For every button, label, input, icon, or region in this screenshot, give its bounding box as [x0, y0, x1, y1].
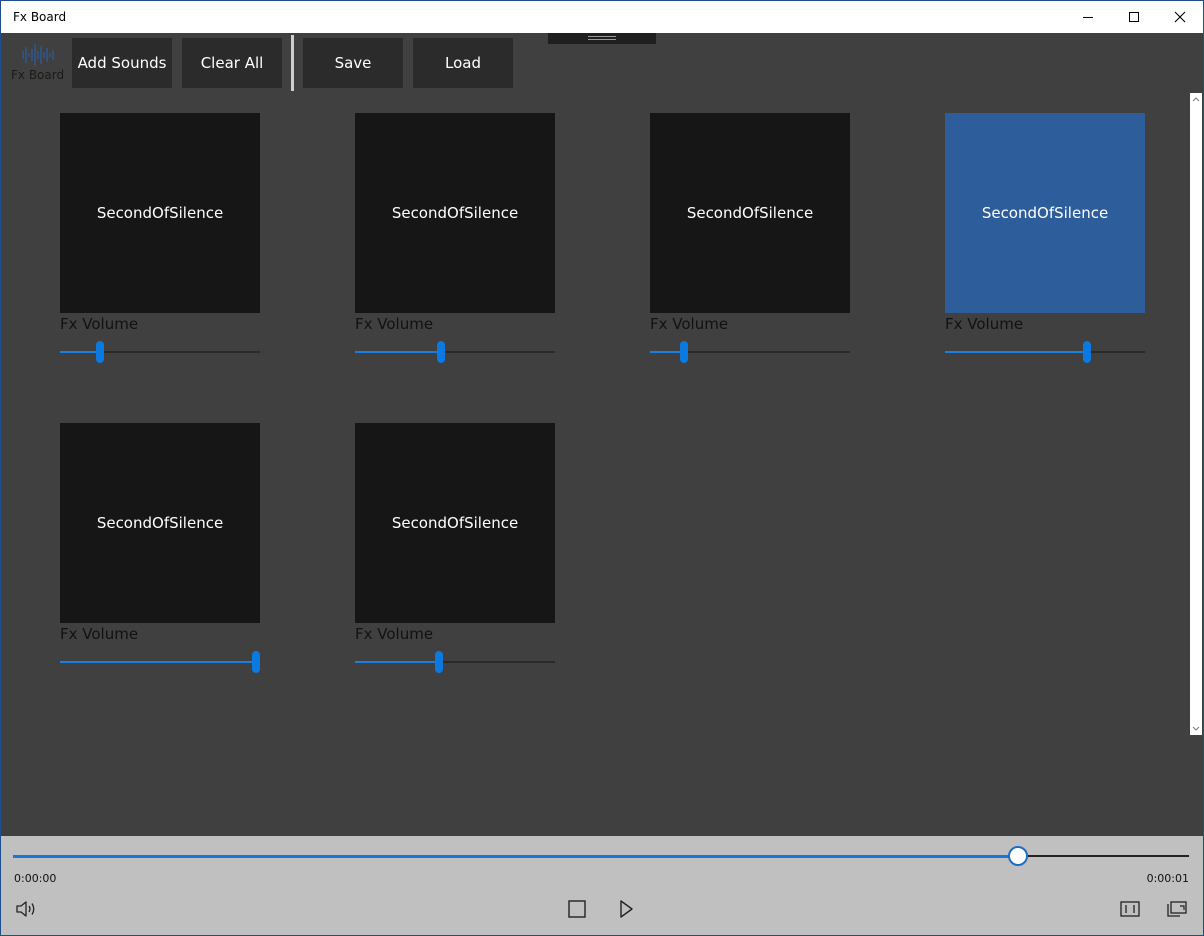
title-bar: Fx Board — [1, 1, 1203, 33]
drag-handle[interactable] — [548, 33, 656, 44]
add-sounds-button[interactable]: Add Sounds — [72, 38, 172, 88]
sound-tile[interactable]: SecondOfSilence — [945, 113, 1145, 313]
waveform-icon — [22, 44, 54, 66]
timeline-thumb[interactable] — [1008, 846, 1029, 866]
slider-thumb[interactable] — [435, 651, 443, 673]
save-button[interactable]: Save — [303, 38, 403, 88]
clear-all-button[interactable]: Clear All — [182, 38, 282, 88]
logo-label: Fx Board — [11, 68, 65, 82]
slider-fill — [60, 351, 100, 353]
load-button[interactable]: Load — [413, 38, 513, 88]
media-player-bar: 0:00:00 0:00:01 — [1, 836, 1203, 935]
scroll-up-icon — [1192, 97, 1200, 102]
slider-thumb[interactable] — [1083, 341, 1091, 363]
slider-thumb[interactable] — [437, 341, 445, 363]
close-button[interactable] — [1157, 1, 1203, 33]
slider-fill — [945, 351, 1087, 353]
play-icon — [620, 900, 633, 918]
fx-volume-slider[interactable] — [945, 340, 1145, 364]
fx-volume-label: Fx Volume — [60, 315, 139, 333]
fx-volume-slider[interactable] — [650, 340, 850, 364]
sound-name: SecondOfSilence — [96, 204, 224, 222]
stop-button[interactable] — [564, 896, 590, 922]
fx-volume-label: Fx Volume — [60, 625, 139, 643]
sound-name: SecondOfSilence — [391, 514, 519, 532]
volume-icon — [16, 901, 35, 917]
slider-fill — [650, 351, 684, 353]
total-time: 0:00:01 — [1146, 872, 1189, 885]
slider-fill — [60, 661, 256, 663]
slider-fill — [355, 351, 441, 353]
sound-name: SecondOfSilence — [686, 204, 814, 222]
slider-thumb[interactable] — [252, 651, 260, 673]
close-icon — [1174, 11, 1186, 23]
app-logo: Fx Board — [11, 41, 65, 85]
fx-volume-label: Fx Volume — [355, 625, 434, 643]
slider-thumb[interactable] — [96, 341, 104, 363]
timeline-progress — [13, 855, 1019, 858]
play-button[interactable] — [613, 896, 639, 922]
fx-volume-slider[interactable] — [60, 340, 260, 364]
sound-tile[interactable]: SecondOfSilence — [650, 113, 850, 313]
stop-icon — [568, 900, 586, 918]
sound-tile[interactable]: SecondOfSilence — [60, 423, 260, 623]
current-time: 0:00:00 — [14, 872, 57, 885]
fx-volume-slider[interactable] — [355, 650, 555, 674]
aspect-ratio-icon — [1120, 901, 1140, 917]
sound-name: SecondOfSilence — [96, 514, 224, 532]
slider-fill — [355, 661, 439, 663]
fx-volume-slider[interactable] — [60, 650, 260, 674]
slider-thumb[interactable] — [680, 341, 688, 363]
app-window: Fx Board Fx Board Add Sounds Clear All S… — [1, 1, 1203, 935]
sound-tile[interactable]: SecondOfSilence — [355, 423, 555, 623]
scroll-down-icon — [1192, 726, 1200, 731]
sound-tile[interactable]: SecondOfSilence — [355, 113, 555, 313]
fx-volume-label: Fx Volume — [355, 315, 434, 333]
cast-icon — [1167, 901, 1187, 917]
fx-volume-label: Fx Volume — [945, 315, 1024, 333]
maximize-button[interactable] — [1111, 1, 1157, 33]
volume-button[interactable] — [13, 896, 39, 922]
sound-tile[interactable]: SecondOfSilence — [60, 113, 260, 313]
fx-volume-slider[interactable] — [355, 340, 555, 364]
toolbar-separator — [291, 35, 294, 91]
maximize-icon — [1129, 12, 1139, 22]
vertical-scrollbar[interactable] — [1190, 93, 1202, 735]
window-title: Fx Board — [13, 10, 67, 24]
cast-button[interactable] — [1164, 896, 1190, 922]
fx-volume-label: Fx Volume — [650, 315, 729, 333]
sound-name: SecondOfSilence — [981, 204, 1109, 222]
aspect-ratio-button[interactable] — [1117, 896, 1143, 922]
sound-name: SecondOfSilence — [391, 204, 519, 222]
minimize-icon — [1083, 17, 1093, 18]
minimize-button[interactable] — [1065, 1, 1111, 33]
